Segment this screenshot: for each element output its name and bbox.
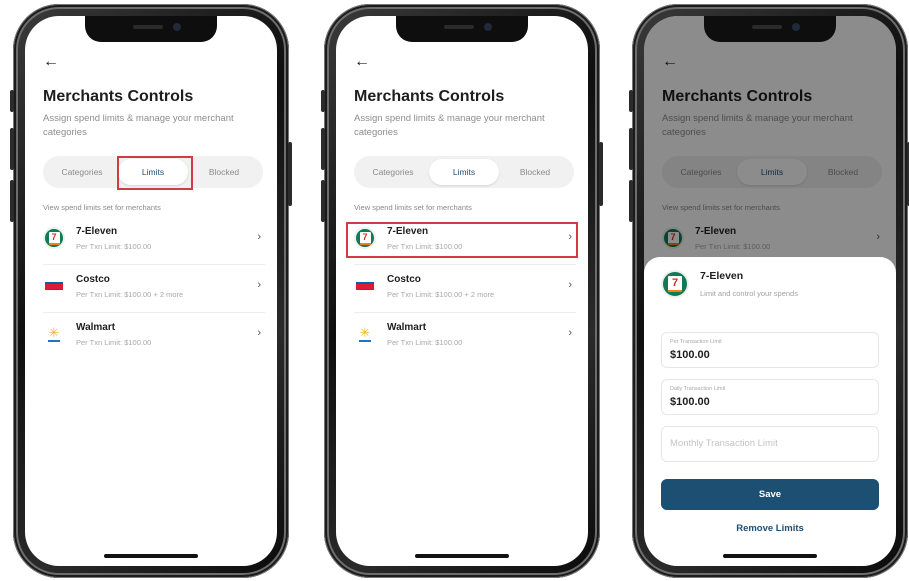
side-button: [629, 90, 633, 112]
chevron-right-icon: ›: [568, 279, 572, 291]
walmart-logo-icon: ✳: [359, 324, 371, 342]
costco-logo-icon: [43, 275, 65, 297]
side-button: [629, 180, 633, 222]
phone-frame-3: ← Merchants Controls Assign spend limits…: [629, 4, 909, 578]
side-button: [599, 142, 603, 206]
tab-blocked[interactable]: Blocked: [189, 159, 259, 185]
save-button[interactable]: Save: [661, 479, 879, 510]
field-value: $100.00: [670, 396, 710, 408]
side-button: [629, 128, 633, 170]
merchant-name: Costco: [387, 274, 421, 285]
tab-categories[interactable]: Categories: [47, 159, 117, 185]
notch: [704, 16, 836, 42]
merchant-name: 7-Eleven: [387, 226, 429, 237]
merchant-row-walmart[interactable]: ✳ Walmart Per Txn Limit: $100.00 ›: [43, 317, 265, 361]
chevron-right-icon: ›: [257, 327, 261, 339]
per-transaction-limit-field[interactable]: Per Transaction Limit $100.00: [661, 332, 879, 368]
divider: [354, 264, 576, 265]
walmart-logo-icon: ✳: [48, 324, 60, 342]
tab-blocked[interactable]: Blocked: [500, 159, 570, 185]
limits-bottom-sheet: 7 7-Eleven Limit and control your spends…: [644, 257, 896, 566]
page-subtitle: Assign spend limits & manage your mercha…: [43, 113, 234, 138]
merchant-name: Walmart: [76, 322, 116, 333]
field-value: $100.00: [670, 349, 710, 361]
back-arrow-icon[interactable]: ←: [43, 54, 59, 70]
home-indicator: [415, 554, 509, 558]
phone-screen: ← Merchants Controls Assign spend limits…: [25, 16, 277, 566]
monthly-transaction-limit-field[interactable]: Monthly Transaction Limit: [661, 426, 879, 462]
phone-frame-1: ← Merchants Controls Assign spend limits…: [10, 4, 292, 578]
costco-logo-icon: [354, 275, 376, 297]
merchant-limit: Per Txn Limit: $100.00 + 2 more: [387, 290, 495, 299]
side-button: [321, 90, 325, 112]
tab-limits[interactable]: Limits: [118, 159, 188, 185]
back-arrow-icon[interactable]: ←: [354, 54, 370, 70]
side-button: [321, 180, 325, 222]
merchant-name: 7-Eleven: [76, 226, 118, 237]
list-caption: View spend limits set for merchants: [354, 203, 472, 212]
page-title: Merchants Controls: [43, 88, 194, 105]
tab-categories[interactable]: Categories: [358, 159, 428, 185]
page-title: Merchants Controls: [354, 88, 505, 105]
phone-screen: ← Merchants Controls Assign spend limits…: [336, 16, 588, 566]
merchant-row-7-eleven[interactable]: 7 7-Eleven Per Txn Limit: $100.00 ›: [354, 221, 576, 265]
notch: [85, 16, 217, 42]
daily-transaction-limit-field[interactable]: Daily Transaction Limit $100.00: [661, 379, 879, 415]
divider: [43, 312, 265, 313]
7-eleven-logo-icon: 7: [43, 227, 65, 249]
7-eleven-logo-icon: 7: [661, 270, 689, 298]
side-button: [10, 90, 14, 112]
field-placeholder: Monthly Transaction Limit: [670, 438, 778, 449]
chevron-right-icon: ›: [568, 327, 572, 339]
merchant-limit: Per Txn Limit: $100.00: [76, 338, 152, 347]
merchant-row-walmart[interactable]: ✳ Walmart Per Txn Limit: $100.00 ›: [354, 317, 576, 361]
chevron-right-icon: ›: [257, 231, 261, 243]
merchant-row-costco[interactable]: Costco Per Txn Limit: $100.00 + 2 more ›: [43, 269, 265, 313]
side-button: [10, 128, 14, 170]
sheet-subtitle: Limit and control your spends: [700, 289, 798, 298]
merchant-row-costco[interactable]: Costco Per Txn Limit: $100.00 + 2 more ›: [354, 269, 576, 313]
merchant-limit: Per Txn Limit: $100.00 + 2 more: [76, 290, 184, 299]
side-button: [288, 142, 292, 206]
remove-limits-link[interactable]: Remove Limits: [661, 523, 879, 534]
merchant-row-7-eleven[interactable]: 7 7-Eleven Per Txn Limit: $100.00 ›: [43, 221, 265, 265]
divider: [354, 312, 576, 313]
side-button: [321, 128, 325, 170]
7-eleven-logo-icon: 7: [354, 227, 376, 249]
merchant-name: Walmart: [387, 322, 427, 333]
sheet-merchant-name: 7-Eleven: [700, 270, 744, 282]
notch: [396, 16, 528, 42]
chevron-right-icon: ›: [257, 279, 261, 291]
merchant-limit: Per Txn Limit: $100.00: [387, 338, 463, 347]
merchant-name: Costco: [76, 274, 110, 285]
tab-switcher: Categories Limits Blocked: [43, 156, 263, 188]
home-indicator: [723, 554, 817, 558]
page-subtitle: Assign spend limits & manage your mercha…: [354, 113, 545, 138]
divider: [43, 264, 265, 265]
home-indicator: [104, 554, 198, 558]
merchant-limit: Per Txn Limit: $100.00: [387, 242, 463, 251]
field-label: Daily Transaction Limit: [670, 386, 726, 392]
merchant-limit: Per Txn Limit: $100.00: [76, 242, 152, 251]
chevron-right-icon: ›: [568, 231, 572, 243]
tab-limits[interactable]: Limits: [429, 159, 499, 185]
phone-screen: ← Merchants Controls Assign spend limits…: [644, 16, 896, 566]
side-button: [10, 180, 14, 222]
list-caption: View spend limits set for merchants: [43, 203, 161, 212]
phone-frame-2: ← Merchants Controls Assign spend limits…: [321, 4, 603, 578]
field-label: Per Transaction Limit: [670, 339, 722, 345]
tab-switcher: Categories Limits Blocked: [354, 156, 574, 188]
